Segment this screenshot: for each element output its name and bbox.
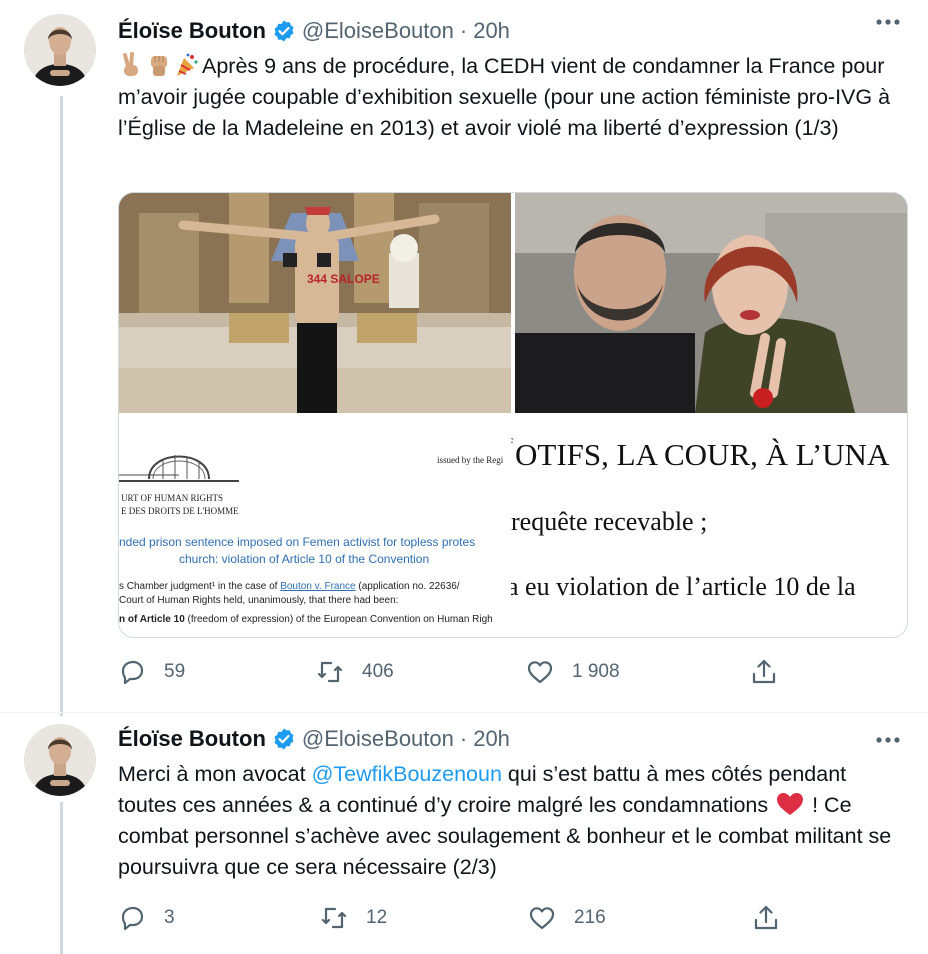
victory-hand-emoji: [118, 52, 144, 78]
red-heart-emoji: [774, 791, 806, 817]
more-options-icon[interactable]: [872, 10, 904, 34]
reply-button[interactable]: 3: [118, 898, 175, 938]
retweet-button[interactable]: 406: [316, 652, 394, 692]
timestamp[interactable]: 20h: [473, 18, 510, 44]
retweet-button[interactable]: 12: [320, 898, 387, 938]
retweet-icon: [317, 661, 343, 683]
author-handle[interactable]: @EloiseBouton: [302, 726, 454, 752]
reply-button[interactable]: 59: [118, 652, 185, 692]
avatar[interactable]: [24, 14, 96, 86]
mention-link[interactable]: @TewfikBouzenoun: [312, 762, 502, 786]
author-name[interactable]: Éloïse Bouton: [118, 726, 266, 752]
case-link: Bouton v. France: [280, 581, 356, 592]
like-button[interactable]: 216: [528, 898, 606, 938]
avatar[interactable]: [24, 724, 96, 796]
press-headline-line1: nded prison sentence imposed on Femen ac…: [119, 535, 476, 549]
protest-sign-text: 344 SALOPE: [307, 272, 380, 286]
reply-icon: [121, 906, 144, 931]
media-grid[interactable]: 344 SALOPE issued by the Regi URT OF HUM…: [118, 192, 908, 638]
share-button[interactable]: [752, 898, 780, 938]
heart-icon: [529, 907, 555, 930]
reply-count: 59: [164, 661, 186, 682]
judgment-line2: requête recevable ;: [511, 507, 708, 536]
tweet-body: Après 9 ans de procédure, la CEDH vient …: [118, 54, 897, 140]
judgment-letter: F: [511, 435, 514, 450]
photo-selfie[interactable]: [515, 193, 907, 413]
tweet-header: Éloïse Bouton @EloiseBouton · 20h: [118, 14, 510, 48]
press-body-line3: n of Article 10 (freedom of expression) …: [119, 614, 493, 625]
more-options-icon[interactable]: [872, 728, 904, 752]
share-button[interactable]: [750, 652, 778, 692]
press-body-line2: Court of Human Rights held, unanimously,…: [119, 595, 399, 606]
like-button[interactable]: 1 908: [526, 652, 620, 692]
press-body-line1: s Chamber judgment¹ in the case of Bouto…: [119, 581, 460, 592]
court-logo-icon: [119, 455, 239, 482]
issued-by-text: issued by the Regi: [437, 455, 504, 465]
reply-icon: [121, 660, 144, 685]
press-headline-line2: church: violation of Article 10 of the C…: [179, 552, 430, 566]
judgment-excerpt-image[interactable]: F OTIFS, LA COUR, À L’UNA requête receva…: [511, 417, 907, 637]
judgment-line3: a eu violation de l’article 10 de la: [511, 572, 856, 601]
separator-dot: ·: [459, 18, 468, 43]
like-count: 216: [574, 907, 606, 928]
tweet-actions: 59 406 1 908: [118, 652, 908, 692]
court-name-en: URT OF HUMAN RIGHTS: [121, 493, 224, 503]
court-name-fr: E DES DROITS DE L'HOMME: [121, 506, 239, 516]
tweet-header: Éloïse Bouton @EloiseBouton · 20h: [118, 722, 510, 756]
retweet-count: 12: [366, 907, 388, 928]
party-popper-emoji: [174, 52, 200, 78]
share-icon: [752, 659, 776, 684]
retweet-icon: [321, 907, 347, 929]
separator-dot: ·: [459, 726, 468, 751]
like-count: 1 908: [572, 661, 620, 682]
judgment-line1: OTIFS, LA COUR, À L’UNA: [515, 437, 890, 472]
tweet-2[interactable]: Éloïse Bouton @EloiseBouton · 20h Merci …: [0, 712, 928, 954]
reply-count: 3: [164, 907, 175, 928]
tweet-actions: 3 12 216: [118, 898, 908, 938]
author-handle[interactable]: @EloiseBouton: [302, 18, 454, 44]
tweet-text: Après 9 ans de procédure, la CEDH vient …: [118, 51, 908, 144]
verified-badge-icon: [272, 727, 296, 751]
timestamp[interactable]: 20h: [473, 726, 510, 752]
heart-icon: [527, 661, 553, 684]
retweet-count: 406: [362, 661, 394, 682]
verified-badge-icon: [272, 19, 296, 43]
tweet-1[interactable]: Éloïse Bouton @EloiseBouton · 20h Après …: [0, 0, 928, 700]
author-name[interactable]: Éloïse Bouton: [118, 18, 266, 44]
tweet-divider: [0, 712, 928, 713]
share-icon: [754, 905, 778, 930]
tweet-text: Merci à mon avocat @TewfikBouzenoun qui …: [118, 762, 898, 879]
press-release-image[interactable]: issued by the Regi URT OF HUMAN RIGHTS E…: [119, 417, 511, 637]
photo-church-protest[interactable]: 344 SALOPE: [119, 193, 511, 413]
raised-fist-emoji: [146, 52, 172, 78]
